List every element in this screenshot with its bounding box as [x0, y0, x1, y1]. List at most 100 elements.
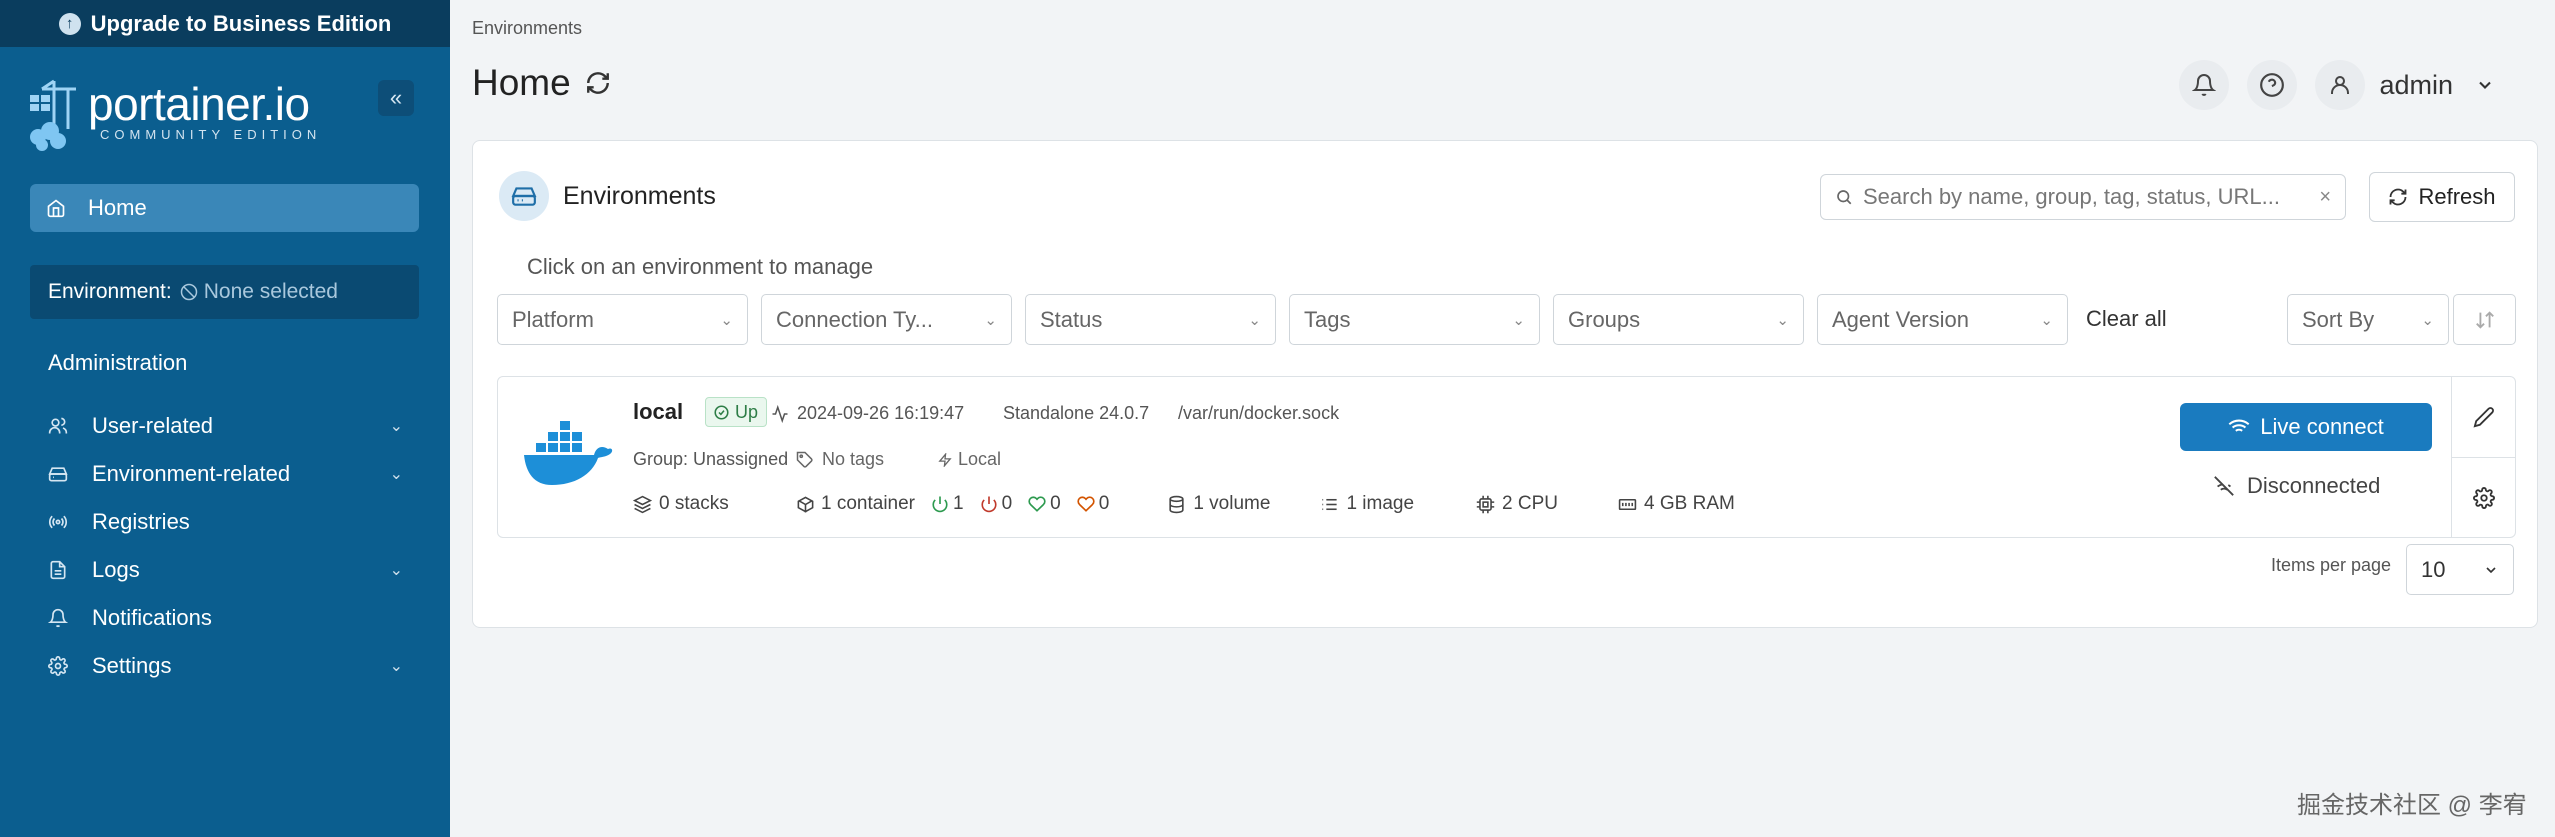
- environment-label: Environment:: [48, 280, 172, 303]
- sidebar-item-label: Notifications: [92, 605, 212, 630]
- filter-tags[interactable]: Tags ⌄: [1289, 294, 1540, 345]
- volumes-text: 1 volume: [1193, 493, 1271, 514]
- docker-icon: [524, 421, 613, 485]
- zap-icon: [938, 452, 952, 467]
- tags-text: No tags: [822, 449, 885, 469]
- help-button[interactable]: [2247, 60, 2298, 110]
- search-placeholder: Search by name, group, tag, status, URL.…: [1863, 184, 2280, 209]
- sidebar-item-user-related[interactable]: User-related ⌄: [48, 402, 403, 450]
- filter-label: Status: [1040, 306, 1103, 332]
- user-icon: [2331, 76, 2350, 94]
- chevron-down-icon: ⌄: [389, 658, 403, 675]
- filter-connection-type[interactable]: Connection Ty... ⌄: [761, 294, 1012, 345]
- images-stat: 1 image: [1320, 493, 1414, 515]
- breadcrumb[interactable]: Environments: [472, 18, 582, 39]
- notifications-button[interactable]: [2179, 60, 2230, 110]
- environment-tags: No tags: [796, 449, 884, 470]
- healthy-text: 0: [1050, 493, 1061, 514]
- sidebar-item-home[interactable]: Home: [30, 184, 419, 232]
- power-icon: [932, 496, 948, 513]
- card-title: Environments: [563, 181, 716, 210]
- administration-heading: Administration: [48, 350, 188, 375]
- sort-by-label: Sort By: [2302, 306, 2375, 332]
- sort-by-select[interactable]: Sort By ⌄: [2287, 294, 2449, 345]
- heartbeat-time: 2024-09-26 16:19:47: [797, 403, 965, 423]
- unhealthy-text: 0: [1098, 493, 1110, 514]
- power-off-icon: [981, 496, 997, 513]
- environment-item[interactable]: local Up 2024-09-26 16:19:47 Standalone …: [497, 376, 2516, 538]
- clear-all-button[interactable]: Clear all: [2086, 306, 2167, 332]
- sidebar-item-notifications[interactable]: Notifications: [48, 594, 403, 642]
- items-per-page-value: 10: [2421, 556, 2446, 582]
- sidebar-item-logs[interactable]: Logs ⌄: [48, 546, 403, 594]
- gear-icon: [48, 656, 68, 676]
- settings-button[interactable]: [2452, 457, 2515, 537]
- upgrade-label: Upgrade to Business Edition: [90, 10, 392, 36]
- server-icon: [48, 464, 68, 484]
- search-input[interactable]: Search by name, group, tag, status, URL.…: [1820, 174, 2346, 220]
- collapse-sidebar-button[interactable]: «: [378, 80, 414, 116]
- sort-direction-button[interactable]: [2453, 294, 2516, 345]
- filter-status[interactable]: Status ⌄: [1025, 294, 1276, 345]
- tag-icon: [796, 451, 813, 468]
- ban-icon: [180, 283, 197, 301]
- user-name: admin: [2379, 69, 2453, 100]
- chevron-down-icon: ⌄: [1512, 311, 1525, 329]
- environment-value: None selected: [180, 280, 338, 304]
- filter-label: Connection Ty...: [776, 306, 933, 332]
- images-text: 1 image: [1346, 493, 1415, 514]
- filter-groups[interactable]: Groups ⌄: [1553, 294, 1804, 345]
- connection-type: Local: [938, 449, 1001, 470]
- bell-icon: [2192, 74, 2217, 96]
- stacks-text: 0 stacks: [659, 493, 729, 514]
- chevron-down-icon: ⌄: [1776, 311, 1789, 329]
- logo-text: portainer.io: [88, 78, 310, 130]
- filter-label: Groups: [1568, 306, 1641, 332]
- filter-platform[interactable]: Platform ⌄: [497, 294, 748, 345]
- pencil-icon: [2473, 407, 2494, 428]
- portainer-logo[interactable]: portainer.io COMMUNITY EDITION: [28, 75, 423, 155]
- filter-agent-version[interactable]: Agent Version ⌄: [1817, 294, 2068, 345]
- logo-subtitle: COMMUNITY EDITION: [100, 127, 322, 142]
- upgrade-banner[interactable]: ↑ Upgrade to Business Edition: [0, 0, 450, 47]
- sidebar-item-label: Settings: [92, 653, 172, 678]
- sidebar-item-registries[interactable]: Registries: [48, 498, 403, 546]
- containers-stat: 1 container 1 0 0 0: [796, 493, 1109, 515]
- help-circle-icon: [2260, 73, 2285, 97]
- sidebar-item-label: Home: [88, 195, 147, 220]
- sidebar-nav: User-related ⌄ Environment-related ⌄ Reg…: [48, 402, 403, 690]
- environment-value-text: None selected: [203, 280, 338, 303]
- healthy-count: 0: [1028, 493, 1061, 515]
- containers-text: 1 container: [821, 493, 916, 514]
- list-icon: [1322, 498, 1338, 510]
- refresh-icon: [2390, 188, 2407, 206]
- server-icon: [499, 171, 549, 221]
- environment-stats: 0 stacks 1 container 1 0 0 0 1 volume 1 …: [633, 493, 1735, 515]
- sidebar-item-settings[interactable]: Settings ⌄: [48, 642, 403, 690]
- chevron-down-icon: [2486, 566, 2496, 573]
- watermark: 掘金技术社区 @ 李宥: [2297, 792, 2527, 819]
- connection-text: Local: [958, 449, 1002, 469]
- items-per-page-select[interactable]: 10: [2406, 544, 2514, 595]
- environment-type: Standalone 24.0.7: [1003, 403, 1150, 423]
- live-connect-button[interactable]: Live connect: [2180, 403, 2432, 451]
- home-icon: [47, 199, 65, 218]
- edit-button[interactable]: [2452, 377, 2515, 457]
- heartbeat: 2024-09-26 16:19:47: [771, 403, 964, 424]
- stopped-count: 0: [980, 493, 1012, 515]
- check-circle-icon: [714, 404, 729, 420]
- user-menu[interactable]: admin: [2315, 60, 2495, 110]
- live-connect-label: Live connect: [2260, 414, 2384, 439]
- filter-label: Agent Version: [1832, 306, 1969, 332]
- close-icon[interactable]: ×: [2319, 186, 2331, 209]
- chevron-down-icon: ⌄: [389, 466, 403, 483]
- sidebar-item-label: Registries: [92, 509, 190, 534]
- refresh-button[interactable]: Refresh: [2369, 172, 2515, 222]
- refresh-icon[interactable]: [585, 70, 611, 96]
- sidebar-item-label: User-related: [92, 413, 214, 438]
- sidebar-item-environment-related[interactable]: Environment-related ⌄: [48, 450, 403, 498]
- users-icon: [48, 416, 68, 436]
- card-header: Environments: [499, 171, 716, 221]
- filter-bar: Platform ⌄ Connection Ty... ⌄ Status ⌄ Tags…: [497, 294, 2068, 345]
- radio-icon: [48, 512, 68, 532]
